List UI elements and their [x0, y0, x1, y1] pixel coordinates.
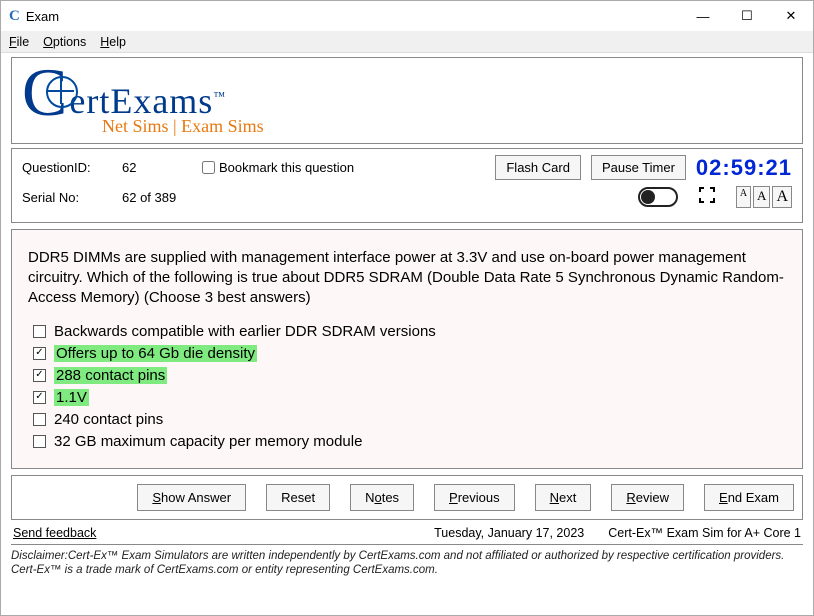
menu-bar: File Options Help	[1, 31, 813, 53]
action-bar: Show Answer Reset Notes Previous Next Re…	[11, 475, 803, 520]
app-icon: C	[9, 8, 20, 25]
logo-mark: C	[22, 64, 67, 122]
status-product: Cert-Ex™ Exam Sim for A+ Core 1	[608, 526, 801, 540]
question-text: DDR5 DIMMs are supplied with management …	[28, 248, 786, 309]
close-button[interactable]: ✕	[769, 1, 813, 31]
status-bar: Send feedback Tuesday, January 17, 2023 …	[11, 522, 803, 545]
send-feedback-link[interactable]: Send feedback	[13, 526, 96, 540]
title-bar: C Exam — ☐ ✕	[1, 1, 813, 31]
show-answer-button[interactable]: Show Answer	[137, 484, 246, 511]
answer-checkbox[interactable]	[33, 391, 46, 404]
maximize-button[interactable]: ☐	[725, 1, 769, 31]
previous-button[interactable]: Previous	[434, 484, 515, 511]
question-panel: DDR5 DIMMs are supplied with management …	[11, 229, 803, 469]
answer-option[interactable]: 240 contact pins	[33, 411, 786, 428]
end-exam-button[interactable]: End Exam	[704, 484, 794, 511]
answer-text: 288 contact pins	[54, 367, 167, 384]
answer-option[interactable]: Offers up to 64 Gb die density	[33, 345, 786, 362]
menu-file[interactable]: File	[9, 35, 29, 49]
pause-timer-button[interactable]: Pause Timer	[591, 155, 686, 180]
timer-display: 02:59:21	[696, 155, 792, 181]
theme-toggle[interactable]	[638, 187, 678, 207]
font-size-controls: A A A	[736, 186, 792, 208]
font-medium-button[interactable]: A	[753, 186, 770, 208]
serial-value: 62 of 389	[122, 190, 242, 205]
menu-options[interactable]: Options	[43, 35, 86, 49]
question-id-value: 62	[122, 160, 202, 175]
answers-list: Backwards compatible with earlier DDR SD…	[28, 323, 786, 450]
menu-help[interactable]: Help	[100, 35, 126, 49]
fullscreen-icon[interactable]	[698, 186, 716, 209]
answer-text: Backwards compatible with earlier DDR SD…	[54, 323, 436, 340]
answer-text: Offers up to 64 Gb die density	[54, 345, 257, 362]
answer-checkbox[interactable]	[33, 369, 46, 382]
disclaimer-text: Disclaimer:Cert-Ex™ Exam Simulators are …	[11, 549, 803, 579]
flash-card-button[interactable]: Flash Card	[495, 155, 581, 180]
serial-label: Serial No:	[22, 190, 122, 205]
question-id-label: QuestionID:	[22, 160, 122, 175]
notes-button[interactable]: Notes	[350, 484, 414, 511]
status-date: Tuesday, January 17, 2023	[434, 526, 584, 540]
answer-option[interactable]: 32 GB maximum capacity per memory module	[33, 433, 786, 450]
answer-text: 1.1V	[54, 389, 89, 406]
window-title: Exam	[26, 9, 59, 24]
logo-tagline: Net Sims | Exam Sims	[102, 116, 792, 137]
answer-text: 240 contact pins	[54, 411, 163, 428]
minimize-button[interactable]: —	[681, 1, 725, 31]
font-small-button[interactable]: A	[736, 186, 751, 208]
bookmark-checkbox[interactable]: Bookmark this question	[202, 160, 354, 175]
font-large-button[interactable]: A	[772, 186, 792, 208]
answer-option[interactable]: Backwards compatible with earlier DDR SD…	[33, 323, 786, 340]
review-button[interactable]: Review	[611, 484, 684, 511]
logo-panel: C ertExams™ Net Sims | Exam Sims	[11, 57, 803, 144]
answer-checkbox[interactable]	[33, 413, 46, 426]
reset-button[interactable]: Reset	[266, 484, 330, 511]
answer-checkbox[interactable]	[33, 435, 46, 448]
info-panel: QuestionID: 62 Bookmark this question Fl…	[11, 148, 803, 223]
answer-option[interactable]: 1.1V	[33, 389, 786, 406]
answer-checkbox[interactable]	[33, 347, 46, 360]
next-button[interactable]: Next	[535, 484, 592, 511]
answer-text: 32 GB maximum capacity per memory module	[54, 433, 362, 450]
answer-option[interactable]: 288 contact pins	[33, 367, 786, 384]
bookmark-input[interactable]	[202, 161, 215, 174]
answer-checkbox[interactable]	[33, 325, 46, 338]
bookmark-label: Bookmark this question	[219, 160, 354, 175]
